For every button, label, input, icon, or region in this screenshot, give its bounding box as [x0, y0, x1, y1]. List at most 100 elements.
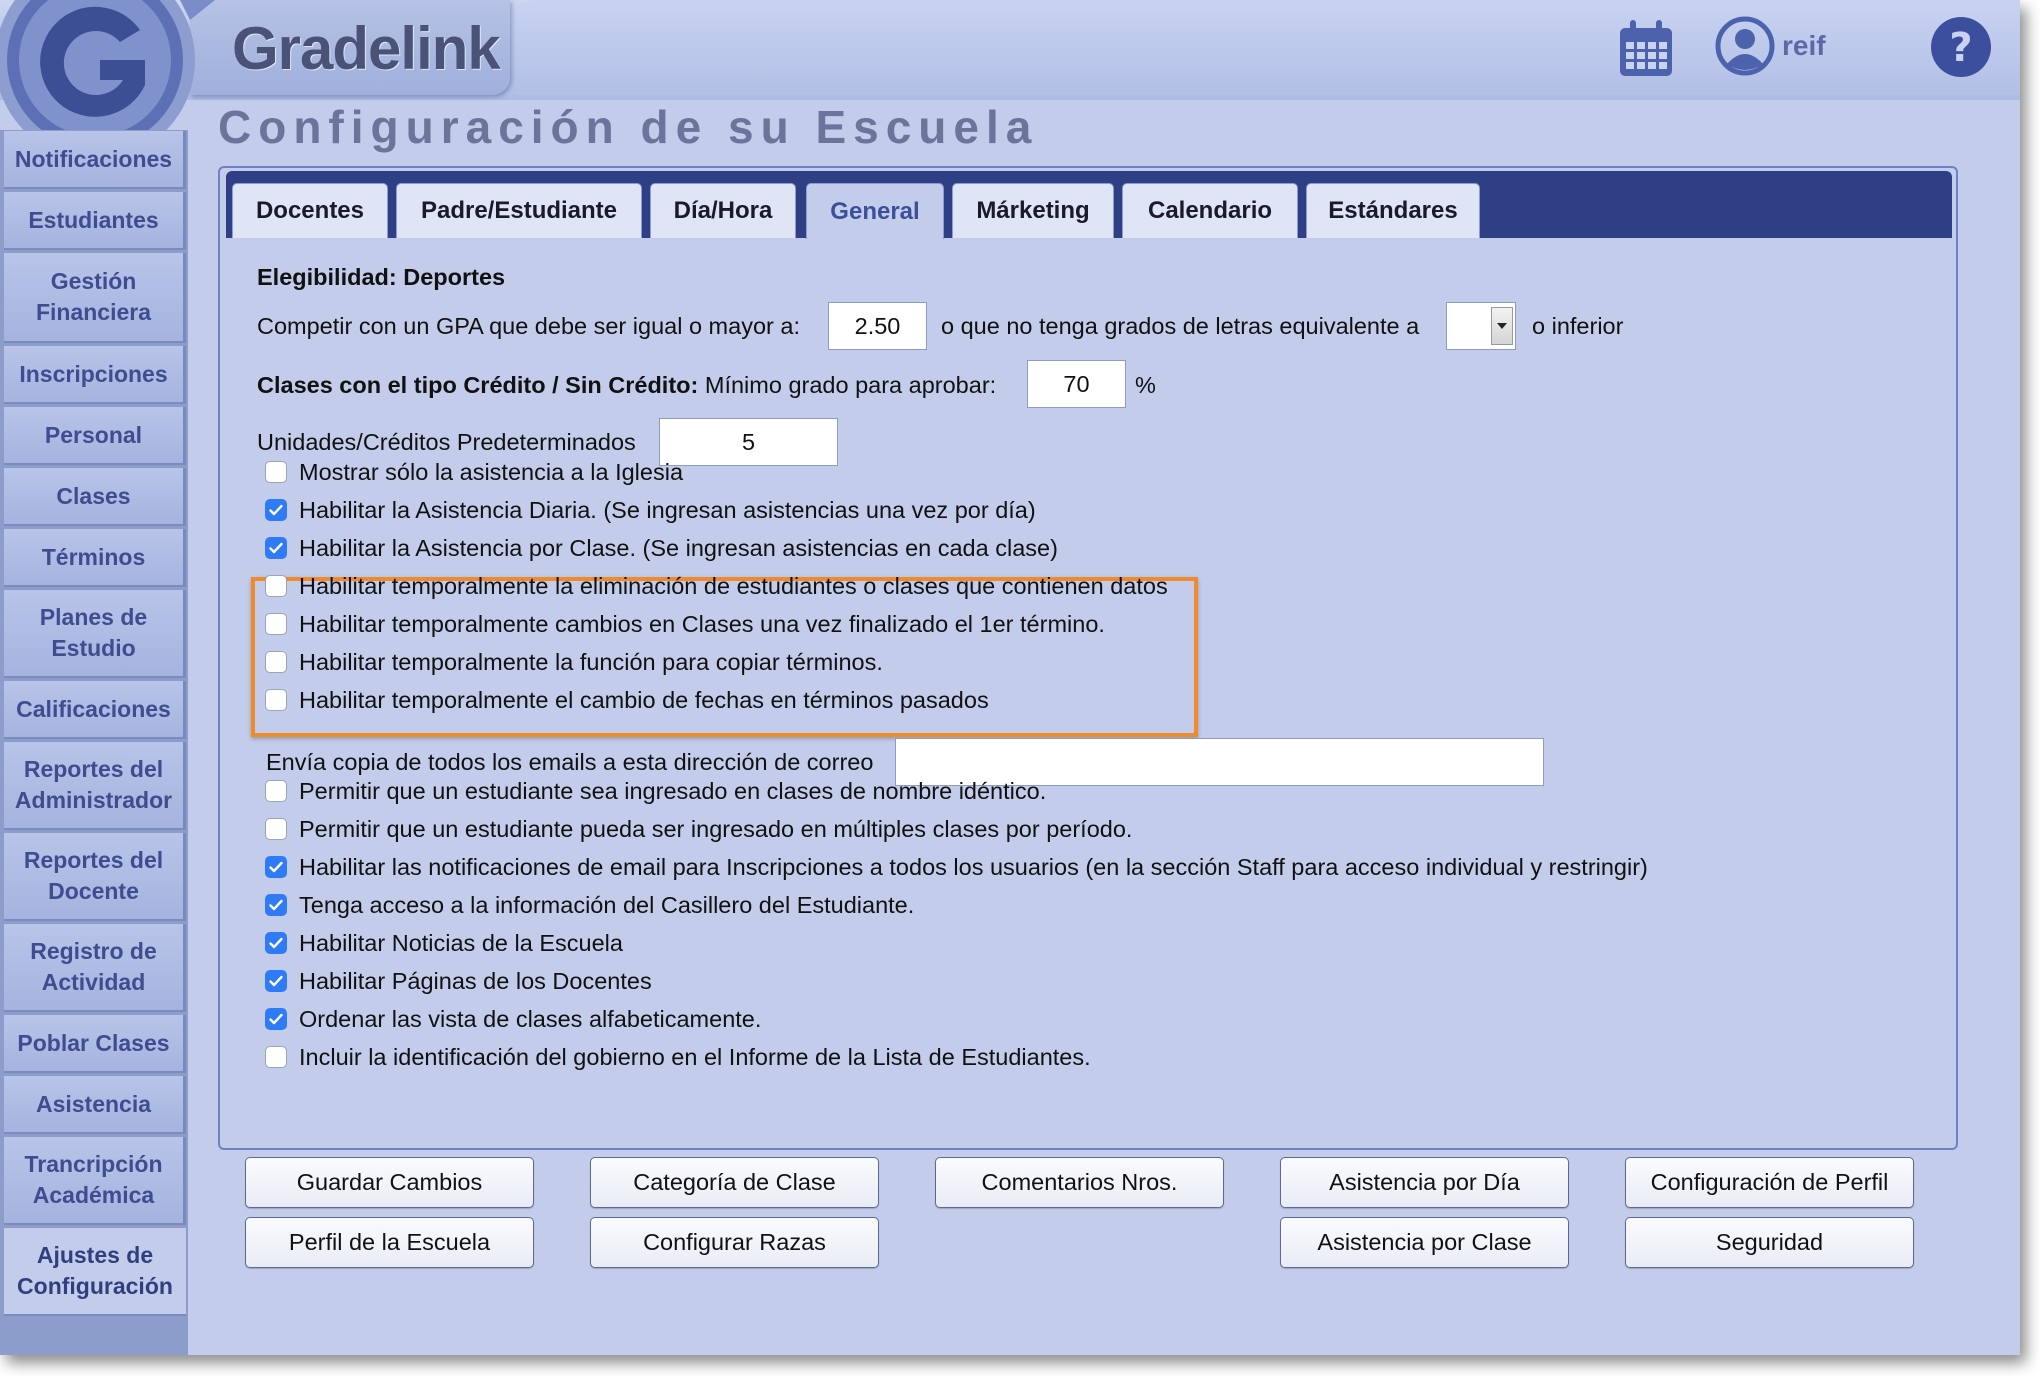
credit-row: Clases con el tipo Crédito / Sin Crédito…	[257, 372, 996, 399]
checkbox[interactable]	[265, 1008, 287, 1030]
calendar-icon[interactable]	[1618, 18, 1674, 78]
checkbox-row[interactable]: Habilitar las notificaciones de email pa…	[265, 852, 1648, 882]
email-copy-label: Envía copia de todos los emails a esta d…	[266, 749, 874, 775]
asistencia-dia-button[interactable]: Asistencia por Día	[1280, 1157, 1569, 1208]
min-grade-input[interactable]: 70	[1027, 360, 1126, 408]
checkbox[interactable]	[265, 613, 287, 635]
seguridad-button[interactable]: Seguridad	[1625, 1217, 1914, 1268]
check-icon	[269, 937, 283, 949]
check-icon	[269, 1013, 283, 1025]
chevron-down-icon[interactable]	[1491, 307, 1513, 345]
checkbox-label: Habilitar temporalmente el cambio de fec…	[299, 686, 989, 713]
checkbox-label: Habilitar temporalmente la función para …	[299, 648, 883, 675]
tab-estandares[interactable]: Estándares	[1306, 183, 1480, 238]
sidebar-item-inscripciones[interactable]: Inscripciones	[4, 346, 186, 404]
checkbox-label: Mostrar sólo la asistencia a la Iglesia	[299, 458, 684, 485]
letter-grade-select[interactable]	[1446, 302, 1516, 350]
checkbox-row[interactable]: Habilitar temporalmente cambios en Clase…	[265, 609, 1105, 639]
sidebar-item-poblar-clases[interactable]: Poblar Clases	[4, 1015, 186, 1073]
letter-grade-label: o que no tenga grados de letras equivale…	[941, 313, 1420, 339]
help-icon[interactable]: ?	[1930, 16, 1992, 78]
sidebar-item-calificaciones[interactable]: Calificaciones	[4, 681, 186, 739]
checkbox-label: Tenga acceso a la información del Casill…	[299, 891, 915, 918]
sidebar-item-clases[interactable]: Clases	[4, 468, 186, 526]
checkbox-row[interactable]: Habilitar la Asistencia por Clase. (Se i…	[265, 533, 1058, 563]
tab-marketing[interactable]: Márketing	[952, 183, 1114, 238]
credit-label: Mínimo grado para aprobar:	[704, 372, 997, 398]
user-name[interactable]: reif	[1782, 30, 1826, 62]
checkbox-label: Habilitar las notificaciones de email pa…	[299, 853, 1648, 880]
checkbox-row[interactable]: Habilitar temporalmente la eliminación d…	[265, 571, 1168, 601]
checkbox[interactable]	[265, 537, 287, 559]
checkbox[interactable]	[265, 970, 287, 992]
perfil-escuela-button[interactable]: Perfil de la Escuela	[245, 1217, 534, 1268]
user-icon[interactable]	[1715, 16, 1775, 76]
comentarios-button[interactable]: Comentarios Nros.	[935, 1157, 1224, 1208]
checkbox[interactable]	[265, 689, 287, 711]
units-input[interactable]: 5	[659, 418, 838, 466]
checkbox-label: Habilitar la Asistencia por Clase. (Se i…	[299, 534, 1058, 561]
checkbox[interactable]	[265, 461, 287, 483]
sidebar-item-terminos[interactable]: Términos	[4, 529, 186, 587]
checkbox-label: Habilitar temporalmente la eliminación d…	[299, 572, 1168, 599]
sidebar-item-reportes-docente[interactable]: Reportes del Docente	[4, 833, 186, 921]
tab-padre-estudiante[interactable]: Padre/Estudiante	[396, 183, 642, 238]
configuracion-perfil-button[interactable]: Configuración de Perfil	[1625, 1157, 1914, 1208]
sidebar-item-notificaciones[interactable]: Notificaciones	[4, 131, 186, 189]
checkbox[interactable]	[265, 780, 287, 802]
categoria-clase-button[interactable]: Categoría de Clase	[590, 1157, 879, 1208]
asistencia-clase-button[interactable]: Asistencia por Clase	[1280, 1217, 1569, 1268]
app-window: Gradelink reif ? Notificaciones Estudian…	[0, 0, 2020, 1355]
checkbox-row[interactable]: Tenga acceso a la información del Casill…	[265, 890, 914, 920]
checkbox-row[interactable]: Permitir que un estudiante sea ingresado…	[265, 776, 1046, 806]
checkbox-row[interactable]: Mostrar sólo la asistencia a la Iglesia	[265, 457, 683, 487]
checkbox-row[interactable]: Habilitar la Asistencia Diaria. (Se ingr…	[265, 495, 1036, 525]
sidebar-item-reportes-administrador[interactable]: Reportes del Administrador	[4, 742, 186, 830]
checkbox-row[interactable]: Habilitar Noticias de la Escuela	[265, 928, 623, 958]
tab-dia-hora[interactable]: Día/Hora	[650, 183, 796, 238]
checkbox-row[interactable]: Incluir la identificación del gobierno e…	[265, 1042, 1091, 1072]
page-title: Configuración de su Escuela	[218, 101, 1039, 153]
check-icon	[269, 542, 283, 554]
header-bar: Gradelink reif ?	[0, 0, 2020, 160]
tab-calendario[interactable]: Calendario	[1122, 183, 1298, 238]
checkbox-row[interactable]: Habilitar temporalmente el cambio de fec…	[265, 685, 989, 715]
sidebar-item-registro-actividad[interactable]: Registro de Actividad	[4, 924, 186, 1012]
check-icon	[269, 899, 283, 911]
checkbox[interactable]	[265, 499, 287, 521]
sidebar-item-trancripcion-academica[interactable]: Trancripción Académica	[4, 1137, 186, 1225]
checkbox-row[interactable]: Habilitar Páginas de los Docentes	[265, 966, 652, 996]
check-icon	[269, 975, 283, 987]
svg-text:?: ?	[1949, 25, 1972, 71]
checkbox-label: Habilitar la Asistencia Diaria. (Se ingr…	[299, 496, 1036, 523]
check-icon	[269, 504, 283, 516]
sidebar-item-asistencia[interactable]: Asistencia	[4, 1076, 186, 1134]
checkbox[interactable]	[265, 932, 287, 954]
tab-general[interactable]: General	[806, 183, 944, 239]
sidebar-item-estudiantes[interactable]: Estudiantes	[4, 192, 186, 250]
checkbox[interactable]	[265, 651, 287, 673]
checkbox-row[interactable]: Habilitar temporalmente la función para …	[265, 647, 883, 677]
checkbox[interactable]	[265, 1046, 287, 1068]
checkbox-label: Permitir que un estudiante pueda ser ing…	[299, 815, 1133, 842]
checkbox-row[interactable]: Ordenar las vista de clases alfabeticame…	[265, 1004, 761, 1034]
checkbox[interactable]	[265, 894, 287, 916]
configurar-razas-button[interactable]: Configurar Razas	[590, 1217, 879, 1268]
checkbox[interactable]	[265, 575, 287, 597]
sidebar-item-gestion-financiera[interactable]: Gestión Financiera	[4, 253, 186, 343]
credit-label-bold: Clases con el tipo Crédito / Sin Crédito…	[257, 372, 699, 398]
sidebar-item-planes-de-estudio[interactable]: Planes de Estudio	[4, 590, 186, 678]
percent-unit: %	[1135, 372, 1156, 398]
checkbox-label: Permitir que un estudiante sea ingresado…	[299, 777, 1047, 804]
sidebar-item-ajustes-configuracion[interactable]: Ajustes de Configuración	[4, 1228, 186, 1316]
checkbox[interactable]	[265, 818, 287, 840]
tab-docentes[interactable]: Docentes	[232, 183, 388, 238]
letter-grade-suffix: o inferior	[1532, 313, 1624, 339]
guardar-cambios-button[interactable]: Guardar Cambios	[245, 1157, 534, 1208]
eligibility-heading: Elegibilidad: Deportes	[257, 264, 506, 290]
gpa-input[interactable]: 2.50	[828, 302, 927, 350]
sidebar-item-personal[interactable]: Personal	[4, 407, 186, 465]
gpa-label: Competir con un GPA que debe ser igual o…	[257, 313, 800, 339]
checkbox[interactable]	[265, 856, 287, 878]
checkbox-row[interactable]: Permitir que un estudiante pueda ser ing…	[265, 814, 1132, 844]
